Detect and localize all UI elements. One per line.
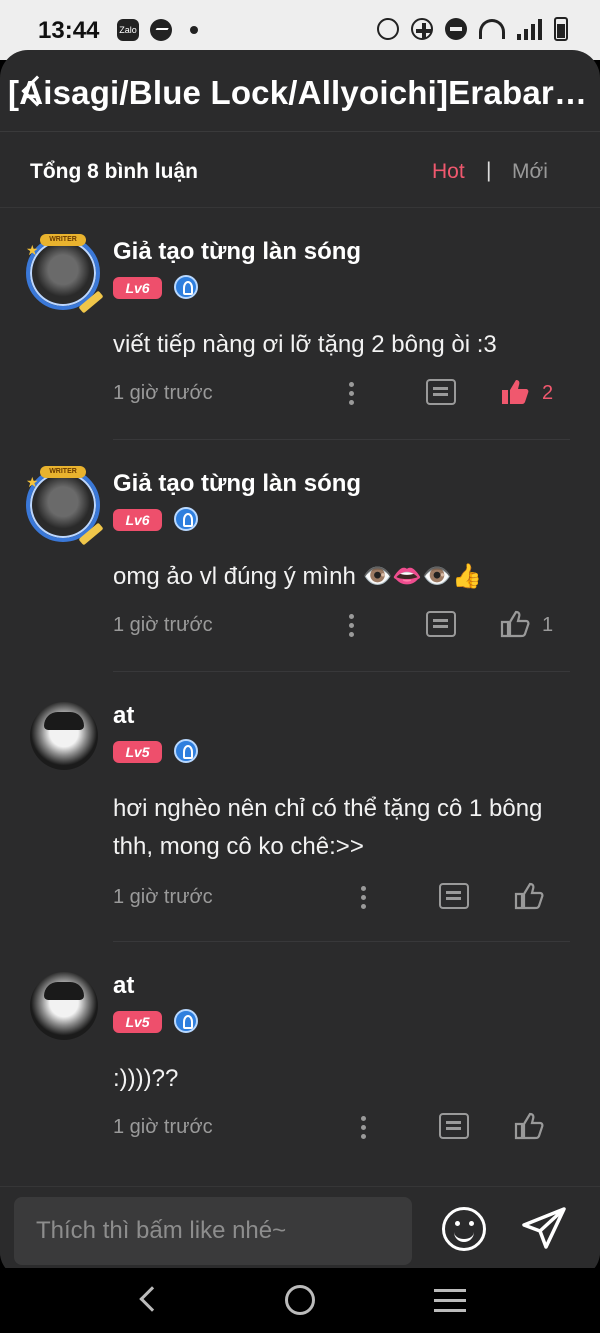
comment-text: viết tiếp nàng ơi lỡ tặng 2 bông òi :3 (113, 331, 497, 358)
system-nav-bar (0, 1268, 600, 1333)
messenger-icon (150, 19, 172, 41)
avatar[interactable]: WRITER ★ (26, 234, 104, 314)
comment-time: 1 giờ trước (113, 614, 213, 636)
nav-home-icon[interactable] (285, 1285, 315, 1315)
signal-icon (517, 18, 542, 40)
avatar[interactable] (30, 972, 98, 1040)
comment-item: WRITER ★ Giả tạo từng làn sóng Lv6 omg ảo… (0, 440, 600, 672)
more-options-icon[interactable] (360, 884, 366, 910)
level-badge: Lv6 (113, 509, 162, 531)
comment-time: 1 giờ trước (113, 382, 213, 404)
reply-icon[interactable] (426, 379, 456, 405)
battery-icon (554, 17, 568, 41)
sort-hot-tab[interactable]: Hot (432, 160, 465, 184)
comment-username[interactable]: Giả tạo từng làn sóng (113, 470, 361, 498)
comment-username[interactable]: Giả tạo từng làn sóng (113, 238, 361, 266)
data-saver-icon (411, 18, 433, 40)
comment-text: hơi nghèo nên chỉ có thể tặng cô 1 bông … (113, 795, 543, 860)
comment-item: WRITER ★ Giả tạo từng làn sóng Lv6 viết t… (0, 208, 600, 440)
status-time: 13:44 (38, 17, 100, 44)
verified-badge-icon (174, 275, 198, 299)
like-outline-icon[interactable] (514, 1112, 544, 1140)
more-options-icon[interactable] (348, 380, 354, 406)
verified-badge-icon (174, 739, 198, 763)
wifi-icon (479, 19, 505, 39)
notification-dot-icon (190, 26, 198, 34)
writer-badge-icon: WRITER (40, 234, 86, 246)
page-title: [Aisagi/Blue Lock/Allyoichi]Erabaresh… (8, 74, 600, 111)
comments-screen: [Aisagi/Blue Lock/Allyoichi]Erabaresh… T… (0, 50, 600, 1278)
sort-bar: Tổng 8 bình luận Hot | Mới (0, 132, 600, 208)
more-options-icon[interactable] (360, 1114, 366, 1140)
like-count: 2 (542, 382, 554, 404)
avatar[interactable]: WRITER ★ (26, 466, 104, 546)
star-icon: ★ (26, 242, 39, 258)
verified-badge-icon (174, 507, 198, 531)
title-bar: [Aisagi/Blue Lock/Allyoichi]Erabaresh… (0, 50, 600, 132)
comment-input[interactable] (14, 1197, 412, 1265)
level-badge: Lv5 (113, 741, 162, 763)
nav-recents-icon[interactable] (434, 1289, 466, 1313)
comment-text: :))))?? (113, 1065, 179, 1092)
comment-count: Tổng 8 bình luận (30, 160, 198, 183)
more-options-icon[interactable] (348, 612, 354, 638)
comment-item: at Lv5 :))))?? 1 giờ trước (0, 942, 600, 1174)
emoji-icon[interactable] (442, 1207, 486, 1251)
comment-username[interactable]: at (113, 972, 134, 1000)
zalo-icon: Zalo (117, 19, 139, 41)
level-badge: Lv6 (113, 277, 162, 299)
reply-icon[interactable] (439, 1113, 469, 1139)
comment-time: 1 giờ trước (113, 1116, 213, 1138)
pen-icon (78, 290, 104, 314)
like-outline-icon[interactable] (514, 882, 544, 910)
level-badge: Lv5 (113, 1011, 162, 1033)
comment-item: at Lv5 hơi nghèo nên chỉ có thể tặng cô … (0, 672, 600, 942)
alarm-icon (377, 18, 399, 40)
sort-separator: | (486, 159, 492, 182)
like-count: 1 (542, 614, 554, 636)
writer-badge-icon: WRITER (40, 466, 86, 478)
reply-icon[interactable] (426, 611, 456, 637)
send-icon[interactable] (520, 1205, 568, 1253)
verified-badge-icon (174, 1009, 198, 1033)
reply-icon[interactable] (439, 883, 469, 909)
avatar[interactable] (30, 702, 98, 770)
comment-text: omg ảo vl đúng ý mình 👁️👄👁️👍 (113, 563, 482, 590)
like-outline-icon[interactable] (500, 610, 530, 638)
star-icon: ★ (26, 474, 39, 490)
do-not-disturb-icon (445, 18, 467, 40)
sort-new-tab[interactable]: Mới (512, 160, 548, 184)
like-filled-icon[interactable] (500, 378, 530, 406)
pen-icon (78, 522, 104, 546)
comment-username[interactable]: at (113, 702, 134, 730)
comment-composer (0, 1186, 600, 1278)
comment-time: 1 giờ trước (113, 886, 213, 908)
nav-back-icon[interactable] (139, 1286, 165, 1312)
